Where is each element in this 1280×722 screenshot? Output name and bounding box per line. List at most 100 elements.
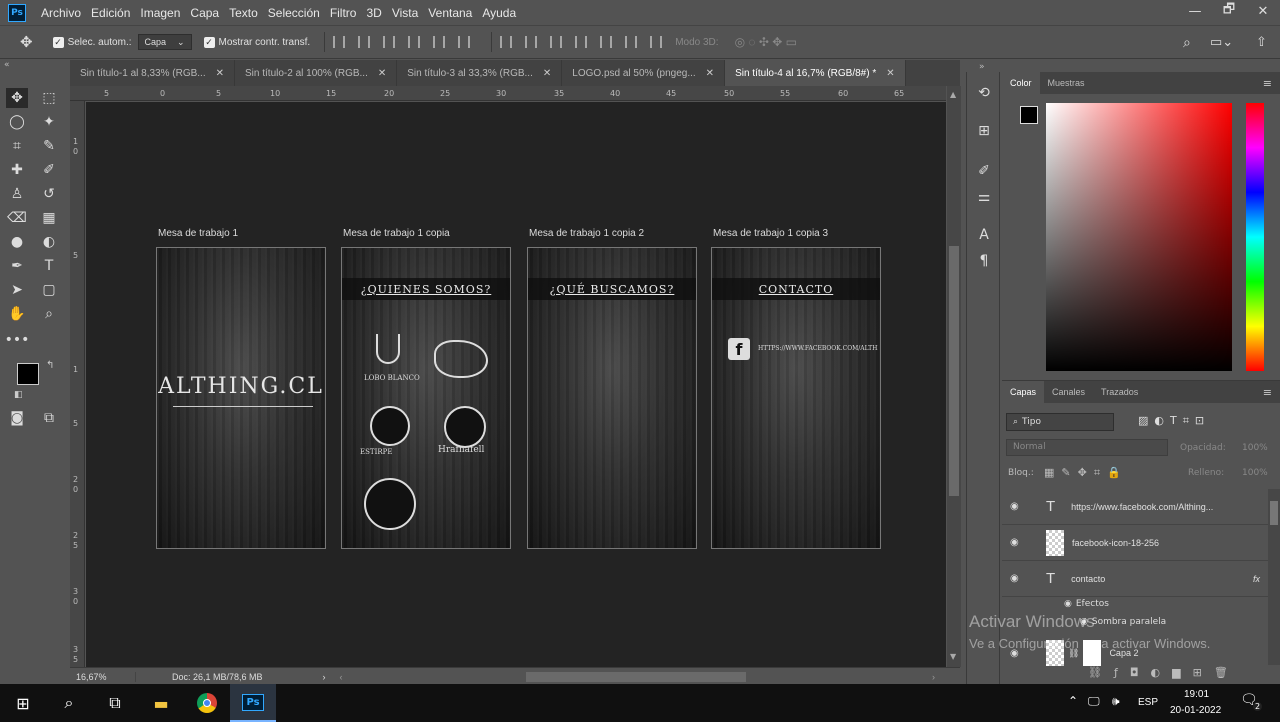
scroll-thumb[interactable] (949, 246, 959, 496)
tab-doc-2[interactable]: Sin título-2 al 100% (RGB... ✕ (235, 60, 398, 86)
eye-icon[interactable]: ◉ (1064, 599, 1072, 609)
tab-doc-5[interactable]: Sin título-4 al 16,7% (RGB/8#) * ✕ (725, 60, 906, 86)
search-icon[interactable]: ⌕ (1183, 34, 1191, 51)
distribute-hcenter-icon[interactable] (600, 36, 613, 48)
tab-color[interactable]: Color (1002, 72, 1040, 94)
windows-start-icon[interactable]: ⊞ (0, 684, 46, 722)
character-panel-icon[interactable]: A (975, 226, 993, 244)
layer-name[interactable]: contacto (1071, 574, 1105, 584)
clock-date[interactable]: 20-01-2022 (1170, 705, 1221, 716)
type-tool-icon[interactable]: T (38, 256, 60, 276)
history-brush-icon[interactable]: ↺ (38, 184, 60, 204)
color-picker-field[interactable] (1046, 103, 1232, 371)
menu-archivo[interactable]: Archivo (41, 6, 81, 20)
gradient-icon[interactable]: ▦ (38, 208, 60, 228)
network-icon[interactable]: 🖵 (1088, 694, 1100, 709)
collapse-panels-icon[interactable]: » (979, 62, 985, 72)
eyedropper-icon[interactable]: ✎ (38, 136, 60, 156)
brush-panel-icon[interactable]: ✐ (975, 162, 993, 180)
close-icon[interactable]: ✕ (543, 68, 551, 79)
eye-icon[interactable]: ◉ (1010, 537, 1024, 548)
move-tool-icon[interactable]: ✥ (20, 33, 33, 51)
tab-swatches[interactable]: Muestras (1040, 72, 1093, 94)
restore-button[interactable]: 🗗 (1212, 0, 1246, 22)
artboard-3[interactable]: ¿QUÉ BUSCAMOS? (527, 247, 697, 549)
close-button[interactable]: ✕ (1246, 0, 1280, 22)
layer-row[interactable]: ◉ T https://www.facebook.com/Althing... (1002, 489, 1268, 525)
fill-value[interactable]: 100% (1242, 468, 1268, 478)
lock-icons[interactable]: ▦✎✥⌗🔒 (1044, 466, 1128, 480)
rectangle-tool-icon[interactable]: ▢ (38, 280, 60, 300)
status-menu-icon[interactable]: › (323, 672, 326, 682)
share-icon[interactable]: ⇧ (1256, 34, 1267, 50)
eye-icon[interactable]: ◉ (1010, 501, 1024, 512)
align-vcenter-icon[interactable] (358, 36, 371, 48)
menu-vista[interactable]: Vista (392, 6, 418, 20)
align-left-icon[interactable] (408, 36, 421, 48)
marquee-tool-icon[interactable]: ⬚ (38, 88, 60, 108)
artboard-label[interactable]: Mesa de trabajo 1 copia 2 (529, 228, 644, 239)
auto-select-dropdown[interactable]: Capa ⌄ (137, 34, 192, 50)
lasso-tool-icon[interactable]: ◯ (6, 112, 28, 132)
document-canvas[interactable]: Mesa de trabajo 1 Mesa de trabajo 1 copi… (86, 102, 946, 667)
menu-capa[interactable]: Capa (190, 6, 219, 20)
default-colors-icon[interactable]: ◧ (14, 390, 23, 400)
tab-doc-1[interactable]: Sin título-1 al 8,33% (RGB... ✕ (70, 60, 236, 86)
blend-mode-dropdown[interactable]: Normal (1006, 439, 1168, 456)
panel-menu-icon[interactable]: ≡ (1263, 77, 1272, 90)
layer-row[interactable]: ◉ facebook-icon-18-256 (1002, 525, 1268, 561)
hue-slider[interactable] (1246, 103, 1264, 371)
panel-collapse-left[interactable]: « (4, 60, 10, 70)
layer-row[interactable]: ◉ T contacto fx (1002, 561, 1268, 597)
blur-tool-icon[interactable]: ● (6, 232, 28, 252)
artboard-label[interactable]: Mesa de trabajo 1 copia (343, 228, 450, 239)
close-icon[interactable]: ✕ (378, 68, 386, 79)
distribute-vcenter-icon[interactable] (525, 36, 538, 48)
history-panel-icon[interactable]: ⟲ (975, 84, 993, 102)
adjustments-panel-icon[interactable]: ⚌ (975, 188, 993, 206)
crop-tool-icon[interactable]: ⌗ (6, 136, 28, 156)
layer-name[interactable]: https://www.facebook.com/Althing... (1071, 502, 1213, 512)
artboard-label[interactable]: Mesa de trabajo 1 (158, 228, 238, 239)
distribute-left-icon[interactable] (575, 36, 588, 48)
menu-ventana[interactable]: Ventana (428, 6, 472, 20)
scroll-down-icon[interactable]: ▼ (950, 652, 956, 661)
menu-edicion[interactable]: Edición (91, 6, 130, 20)
clone-stamp-icon[interactable]: ♙ (6, 184, 28, 204)
language-indicator[interactable]: ESP (1138, 697, 1158, 708)
quick-mask-icon[interactable]: ◙ (6, 408, 28, 428)
task-view-icon[interactable]: ⧉ (92, 684, 138, 722)
scroll-thumb[interactable] (1270, 501, 1278, 525)
horizontal-scrollbar[interactable] (526, 672, 746, 682)
foreground-color-swatch[interactable] (17, 363, 39, 385)
filter-icons[interactable]: ▨◐T⌗⊡ (1138, 414, 1210, 428)
healing-brush-icon[interactable]: ✚ (6, 160, 28, 180)
magic-wand-icon[interactable]: ✦ (38, 112, 60, 132)
hand-tool-icon[interactable]: ✋ (6, 304, 28, 324)
artboard-1[interactable]: ALTHING.CL (156, 247, 326, 549)
volume-icon[interactable]: 🕪 (1112, 694, 1120, 709)
opacity-value[interactable]: 100% (1242, 443, 1268, 453)
align-bottom-icon[interactable] (383, 36, 396, 48)
fg-color-chip[interactable] (1020, 106, 1038, 124)
close-icon[interactable]: ✕ (886, 68, 894, 79)
search-icon[interactable]: ⌕ (46, 684, 92, 722)
layer-actions-icons[interactable]: ⛓ƒ◘◐▆⊞🗑 (1088, 666, 1240, 679)
scroll-left-icon[interactable]: ‹ (340, 672, 343, 682)
layer-filter-dropdown[interactable]: ⌕ Tipo (1006, 413, 1114, 431)
zoom-level[interactable]: 16,67% (76, 671, 136, 682)
file-explorer-icon[interactable]: ▬ (138, 684, 184, 722)
tab-layers[interactable]: Capas (1002, 381, 1045, 403)
artboard-label[interactable]: Mesa de trabajo 1 copia 3 (713, 228, 828, 239)
distribute-top-icon[interactable] (500, 36, 513, 48)
tab-channels[interactable]: Canales (1044, 381, 1093, 403)
tray-chevron-icon[interactable]: ⌃ (1068, 694, 1078, 708)
distribute-bottom-icon[interactable] (550, 36, 563, 48)
scroll-up-icon[interactable]: ▲ (950, 90, 956, 99)
photoshop-taskbar-icon[interactable]: Ps (230, 684, 276, 722)
layers-scrollbar[interactable] (1268, 489, 1280, 665)
menu-3d[interactable]: 3D (366, 6, 381, 20)
effects-row[interactable]: ◉ Efectos (1064, 599, 1109, 609)
canvas-vertical-scrollbar[interactable]: ▲ ▼ (947, 86, 961, 667)
align-right-icon[interactable] (458, 36, 471, 48)
